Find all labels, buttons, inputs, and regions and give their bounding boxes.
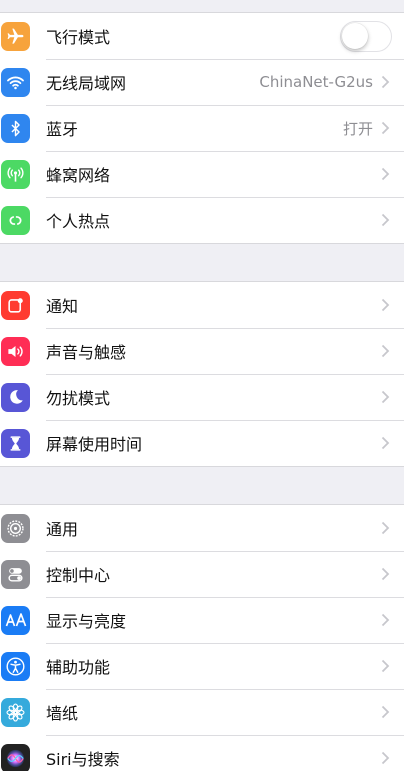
settings-row-wallpaper[interactable]: 墙纸	[0, 689, 404, 735]
airplane-icon	[1, 21, 30, 51]
wifi-network-value: ChinaNet-G2us	[259, 73, 373, 91]
airplane-mode-toggle[interactable]	[340, 20, 392, 52]
bluetooth-icon	[1, 113, 30, 143]
chevron-right-icon	[381, 659, 390, 673]
chevron-right-icon	[381, 705, 390, 719]
speaker-icon	[1, 336, 30, 366]
settings-row-label: 勿扰模式	[46, 389, 111, 408]
settings-row-label: 声音与触感	[46, 343, 127, 362]
settings-row-label: 蜂窝网络	[46, 166, 111, 185]
settings-row-label: 个人热点	[46, 212, 111, 231]
settings-row-siri-search[interactable]: Siri与搜索	[0, 735, 404, 771]
cellular-icon	[1, 159, 30, 189]
notifications-group: 通知 声音与触感 勿扰模式 屏幕使用时间	[0, 281, 404, 467]
settings-row-label: 无线局域网	[46, 74, 127, 93]
settings-row-screen-time[interactable]: 屏幕使用时间	[0, 420, 404, 466]
group-spacer	[0, 467, 404, 504]
settings-row-label: 墙纸	[46, 704, 79, 723]
settings-row-control-center[interactable]: 控制中心	[0, 551, 404, 597]
toggle-knob	[342, 22, 368, 49]
switches-icon	[1, 559, 30, 589]
siri-icon	[1, 743, 30, 771]
settings-row-do-not-disturb[interactable]: 勿扰模式	[0, 374, 404, 420]
flower-icon	[1, 697, 30, 727]
gear-icon	[1, 513, 30, 543]
settings-row-wifi[interactable]: 无线局域网 ChinaNet-G2us	[0, 59, 404, 105]
bluetooth-status-value: 打开	[342, 119, 373, 138]
hourglass-icon	[1, 428, 30, 458]
chevron-right-icon	[381, 567, 390, 581]
settings-row-notifications[interactable]: 通知	[0, 282, 404, 328]
settings-row-label: 显示与亮度	[46, 612, 127, 631]
settings-row-general[interactable]: 通用	[0, 505, 404, 551]
text-size-icon	[1, 605, 30, 635]
accessibility-icon	[1, 651, 30, 681]
general-group: 通用 控制中心 显示与亮度 辅助功能 墙纸 Siri与搜索	[0, 504, 404, 771]
notifications-icon	[1, 290, 30, 320]
chevron-right-icon	[381, 390, 390, 404]
chevron-right-icon	[381, 344, 390, 358]
settings-row-hotspot[interactable]: 个人热点	[0, 197, 404, 243]
chevron-right-icon	[381, 75, 390, 89]
chevron-right-icon	[381, 298, 390, 312]
chevron-right-icon	[381, 521, 390, 535]
settings-screen: 飞行模式 无线局域网 ChinaNet-G2us 蓝牙 打开 蜂窝网络 个人热点…	[0, 0, 404, 771]
chevron-right-icon	[381, 436, 390, 450]
wifi-icon	[1, 67, 30, 97]
settings-row-label: 飞行模式	[46, 28, 111, 47]
top-strip	[0, 0, 404, 12]
settings-row-cellular[interactable]: 蜂窝网络	[0, 151, 404, 197]
settings-row-bluetooth[interactable]: 蓝牙 打开	[0, 105, 404, 151]
chevron-right-icon	[381, 751, 390, 765]
connectivity-group: 飞行模式 无线局域网 ChinaNet-G2us 蓝牙 打开 蜂窝网络 个人热点	[0, 12, 404, 244]
settings-row-label: 辅助功能	[46, 658, 111, 677]
hotspot-icon	[1, 205, 30, 235]
settings-row-label: 通知	[46, 297, 79, 316]
chevron-right-icon	[381, 121, 390, 135]
chevron-right-icon	[381, 213, 390, 227]
settings-row-display-brightness[interactable]: 显示与亮度	[0, 597, 404, 643]
moon-icon	[1, 382, 30, 412]
settings-row-label: 屏幕使用时间	[46, 435, 143, 454]
settings-row-label: Siri与搜索	[46, 750, 120, 769]
chevron-right-icon	[381, 613, 390, 627]
group-spacer	[0, 244, 404, 281]
settings-row-label: 通用	[46, 520, 79, 539]
settings-row-airplane-mode[interactable]: 飞行模式	[0, 13, 404, 59]
settings-row-label: 蓝牙	[46, 120, 79, 139]
settings-row-accessibility[interactable]: 辅助功能	[0, 643, 404, 689]
chevron-right-icon	[381, 167, 390, 181]
settings-row-sounds[interactable]: 声音与触感	[0, 328, 404, 374]
settings-row-label: 控制中心	[46, 566, 111, 585]
